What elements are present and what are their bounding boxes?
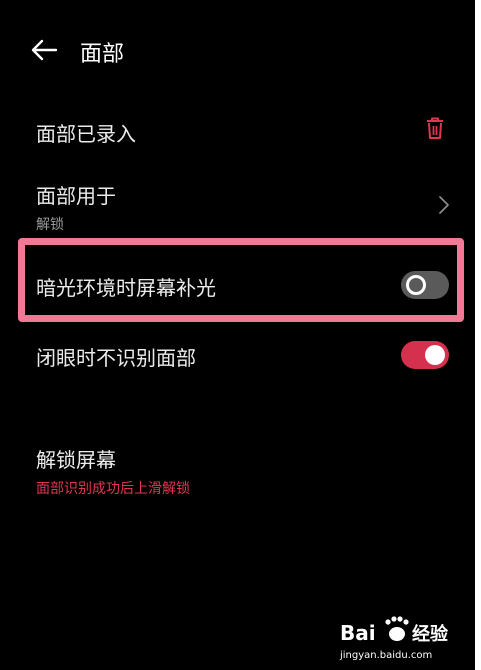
baidu-jingyan-watermark: Bai 经验 jingyan.baidu.com [339,616,449,661]
unlock-screen-description: 面部识别成功后上滑解锁 [36,481,190,497]
low-light-fill-toggle[interactable] [401,271,449,299]
watermark-url: jingyan.baidu.com [339,650,432,661]
unlock-screen-row[interactable]: 解锁屏幕 面部识别成功后上滑解锁 [0,444,475,500]
toggle-knob [406,275,426,295]
header: 面部 [0,28,475,72]
toggle-knob [425,345,445,365]
face-enrolled-row: 面部已录入 [0,114,475,148]
low-light-fill-row: 暗光环境时屏幕补光 [0,268,475,304]
face-use-for-row[interactable]: 面部用于 解锁 [0,180,475,236]
chevron-right-icon [439,196,449,214]
face-enrolled-label: 面部已录入 [36,122,136,146]
face-settings-screen: 面部 面部已录入 面部用于 解锁 暗光环境时屏幕补光 闭眼时不识别面部 解锁屏幕… [0,0,475,670]
trash-icon[interactable] [425,116,445,140]
eyes-closed-label: 闭眼时不识别面部 [36,346,196,370]
unlock-screen-label: 解锁屏幕 [36,448,116,472]
watermark-brand-suffix: 经验 [412,623,449,645]
face-use-for-value: 解锁 [36,217,64,233]
low-light-fill-label: 暗光环境时屏幕补光 [36,276,216,300]
eyes-closed-row: 闭眼时不识别面部 [0,338,475,374]
watermark-brand: Bai [340,621,376,645]
face-use-for-label: 面部用于 [36,184,116,208]
page-title: 面部 [80,42,125,67]
eyes-closed-toggle[interactable] [401,341,449,369]
paw-icon [385,616,409,641]
back-arrow-icon[interactable] [30,38,58,62]
